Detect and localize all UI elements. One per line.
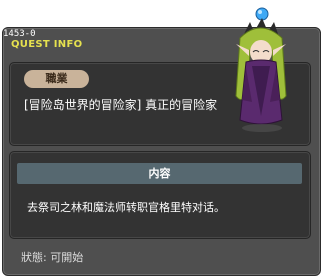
content-text: 去祭司之林和魔法师转职官格里特对话。 [27, 201, 225, 214]
npc-portrait-image [235, 7, 287, 132]
content-panel: 内容 去祭司之林和魔法师转职官格里特对话。 [9, 151, 311, 239]
status-text: 狀態: 可開始 [21, 251, 84, 264]
job-badge: 職業 [24, 70, 89, 88]
job-text: [冒险岛世界的冒险家] 真正的冒险家 [24, 98, 218, 112]
window-title: QUEST INFO [11, 39, 83, 50]
content-header: 内容 [17, 163, 302, 184]
quest-id: 1453-0 [3, 29, 36, 39]
